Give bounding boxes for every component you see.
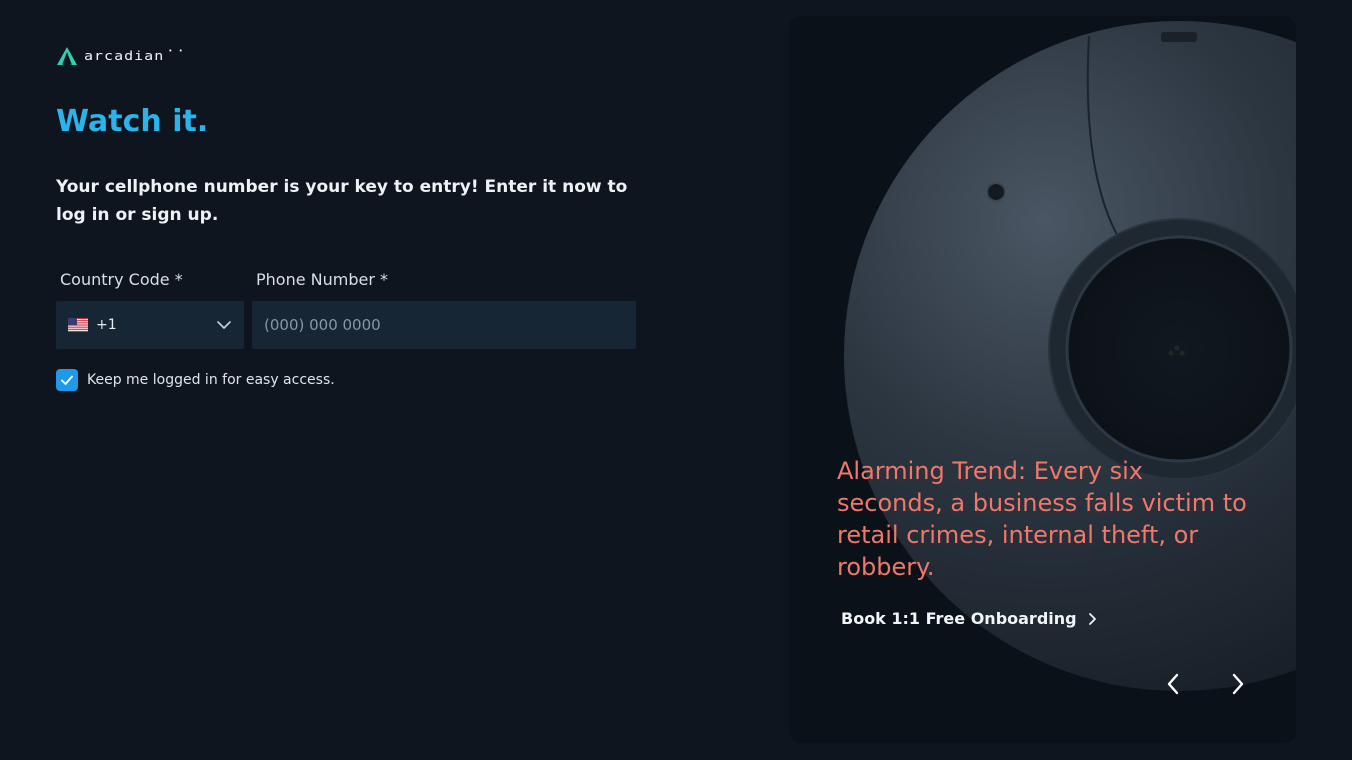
checkbox-checked[interactable] [56, 369, 78, 391]
us-flag-icon [68, 318, 88, 332]
chevron-right-icon [1088, 612, 1096, 625]
page-title: Watch it. [56, 104, 209, 139]
brand-suffix: • • [168, 47, 185, 55]
chevron-right-icon [1232, 673, 1244, 695]
brand-name: arcadian [84, 48, 165, 64]
promo-panel: Alarming Trend: Every six seconds, a bus… [789, 16, 1296, 743]
brand-logo: arcadian • • [56, 46, 185, 66]
keep-logged-in-checkbox[interactable]: Keep me logged in for easy access. [56, 369, 335, 391]
chevron-down-icon [217, 321, 231, 329]
carousel-prev-button[interactable] [1158, 668, 1190, 700]
country-code-value: +1 [96, 317, 117, 333]
book-onboarding-label: Book 1:1 Free Onboarding [841, 609, 1077, 628]
chevron-left-icon [1167, 673, 1179, 695]
keep-logged-in-label: Keep me logged in for easy access. [87, 372, 335, 388]
phone-number-input[interactable] [252, 301, 636, 349]
book-onboarding-link[interactable]: Book 1:1 Free Onboarding [841, 609, 1099, 628]
country-code-select[interactable]: +1 [56, 301, 244, 349]
carousel-next-button[interactable] [1221, 668, 1253, 700]
checkmark-icon [61, 375, 73, 385]
phone-number-label: Phone Number * [256, 270, 389, 289]
intro-text: Your cellphone number is your key to ent… [56, 177, 628, 225]
country-code-label: Country Code * [60, 270, 183, 289]
security-camera-image [844, 21, 1296, 691]
arcadian-logo-icon [57, 47, 77, 65]
login-page: arcadian • • Watch it. Your cellphone nu… [0, 0, 1352, 760]
promo-headline: Alarming Trend: Every six seconds, a bus… [837, 457, 1247, 581]
